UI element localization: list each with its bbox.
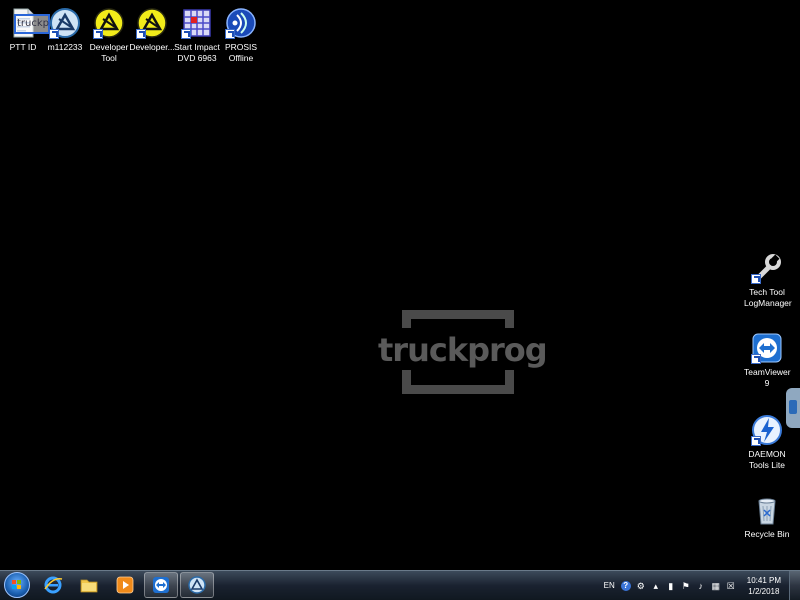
taskbar-internet-explorer[interactable] [36,572,70,598]
desktop-icon-developer-2[interactable]: Developer... [129,7,175,53]
clock[interactable]: 10:41 PM 1/2/2018 [747,575,781,597]
start-button[interactable] [4,572,30,598]
teamviewer-icon [153,577,169,593]
icon-label: DAEMON Tools Lite [748,449,786,470]
show-desktop-button[interactable] [789,571,800,600]
system-tray: EN ? ⚙ ▴ ▮ ⚑ ♪ ▦ ☒ 10:41 PM 1/2/2018 [604,571,800,600]
icon-label: Developer Tool [89,42,129,63]
shortcut-arrow-icon [136,29,146,39]
caterpillar-shortcut-icon [49,7,81,39]
shortcut-arrow-icon [181,29,191,39]
desktop[interactable]: PTT ID truckpr m112233 Developer Tool De… [0,0,800,570]
clock-time: 10:41 PM [746,575,781,585]
notification-icon[interactable]: ☒ [726,581,736,591]
media-player-icon [116,576,134,594]
icon-label: Tech Tool LogManager [744,287,792,308]
daemon-tools-icon [751,414,783,446]
help-icon[interactable]: ? [620,580,631,591]
shortcut-arrow-icon [751,354,761,364]
icon-label: TeamViewer 9 [744,367,791,388]
clock-date: 1/2/2018 [748,586,780,596]
icon-label: Start Impact DVD 6963 [174,42,220,63]
impact-grid-icon [181,7,213,39]
caterpillar-icon [188,576,206,594]
taskbar-caterpillar-app[interactable] [180,572,214,598]
shortcut-arrow-icon [751,436,761,446]
developer-tool-icon [136,7,168,39]
battery-icon[interactable]: ▮ [666,581,676,591]
taskbar-windows-explorer[interactable] [72,572,106,598]
folder-icon [80,579,98,593]
icon-label: Developer... [129,42,175,52]
language-indicator[interactable]: EN [604,581,615,590]
desktop-icon-developer-tool[interactable]: Developer Tool [86,7,132,64]
teamviewer-icon [751,332,783,364]
recycle-bin-icon [751,494,783,526]
internet-explorer-icon [44,576,63,594]
icon-label: m112233 [47,42,83,52]
icon-label: Recycle Bin [744,529,790,539]
volume-icon[interactable]: ♪ [696,581,706,591]
shortcut-arrow-icon [49,29,59,39]
desktop-icon-recycle-bin[interactable]: Recycle Bin [744,494,790,540]
network-adapter-icon[interactable]: ⚙ [636,581,646,591]
desktop-icon-start-impact[interactable]: Start Impact DVD 6963 [174,7,220,64]
desktop-icon-teamviewer[interactable]: TeamViewer 9 [744,332,791,389]
teamviewer-side-tab[interactable] [786,388,800,428]
shortcut-arrow-icon [93,29,103,39]
taskbar-media-player[interactable] [108,572,142,598]
prosis-icon [225,7,257,39]
wrench-icon [751,252,783,284]
shortcut-arrow-icon [225,29,235,39]
show-hidden-icons-chevron[interactable]: ▴ [651,581,661,591]
watermark-frame-top [402,310,514,328]
desktop-icon-prosis-offline[interactable]: PROSIS Offline [218,7,264,64]
truckprog-watermark: truckprog [378,308,548,396]
shortcut-arrow-icon [751,274,761,284]
watermark-frame-bottom [402,370,514,394]
watermark-text: truckprog [378,331,548,369]
desktop-icon-tech-tool-logmanager[interactable]: Tech Tool LogManager [744,252,792,309]
taskbar: EN ? ⚙ ▴ ▮ ⚑ ♪ ▦ ☒ 10:41 PM 1/2/2018 [0,570,800,600]
flag-icon[interactable]: ⚑ [681,581,691,591]
network-icon[interactable]: ▦ [711,581,721,591]
icon-label: PROSIS Offline [224,42,258,63]
developer-tool-icon [93,7,125,39]
desktop-icon-m112233[interactable]: m112233 [42,7,88,53]
icon-label: PTT ID [9,42,37,52]
desktop-icon-daemon-tools[interactable]: DAEMON Tools Lite [744,414,790,471]
taskbar-teamviewer[interactable] [144,572,178,598]
